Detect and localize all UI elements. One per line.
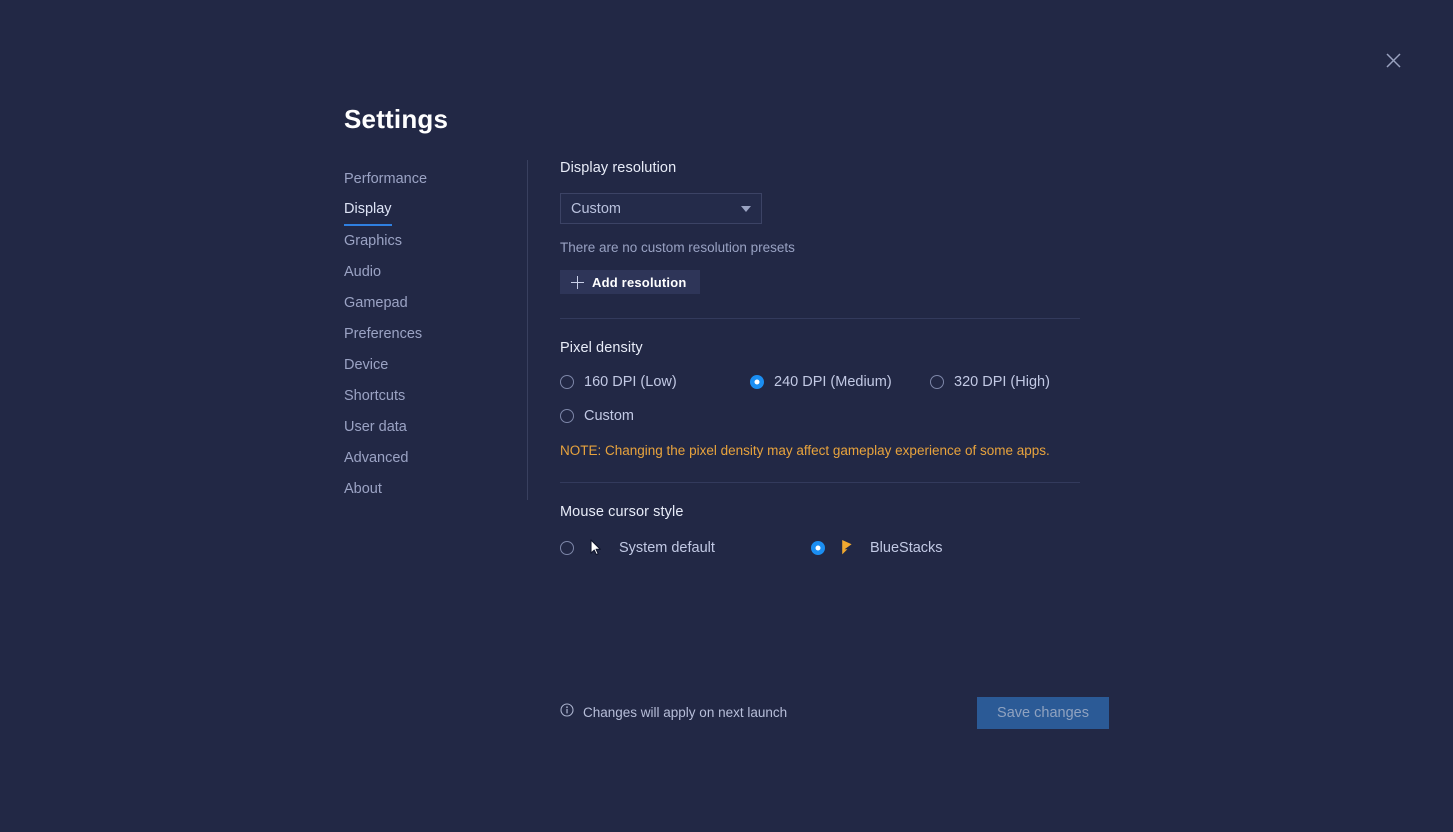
pixel-density-note: NOTE: Changing the pixel density may aff…: [560, 443, 1050, 458]
display-resolution-heading: Display resolution: [560, 160, 677, 176]
save-changes-button[interactable]: Save changes: [977, 697, 1109, 729]
mouse-cursor-radio-row: System default BlueStacks: [560, 539, 1080, 556]
sidebar-item-graphics[interactable]: Graphics: [344, 226, 402, 257]
radio-button[interactable]: [560, 409, 574, 423]
pixel-density-label-320: 320 DPI (High): [954, 374, 1050, 390]
sidebar-item-performance[interactable]: Performance: [344, 164, 427, 195]
sidebar-divider: [527, 160, 528, 500]
section-divider-1: [560, 318, 1080, 319]
settings-content: Display resolution Custom There are no c…: [560, 160, 1080, 556]
resolution-select[interactable]: Custom: [560, 193, 762, 224]
chevron-down-icon: [741, 205, 751, 212]
sidebar-item-user-data[interactable]: User data: [344, 412, 407, 443]
info-icon: [560, 703, 574, 722]
bluestacks-cursor-icon: [836, 539, 858, 556]
radio-button[interactable]: [930, 375, 944, 389]
display-resolution-section: Display resolution Custom There are no c…: [560, 160, 1080, 294]
radio-button[interactable]: [811, 540, 825, 555]
section-divider-2: [560, 482, 1080, 483]
cursor-option-system-default[interactable]: System default: [560, 539, 811, 556]
radio-button[interactable]: [560, 540, 574, 555]
pixel-density-label-custom: Custom: [584, 408, 634, 424]
add-resolution-label: Add resolution: [592, 274, 687, 290]
no-presets-hint: There are no custom resolution presets: [560, 240, 795, 255]
cursor-option-bluestacks[interactable]: BlueStacks: [811, 539, 943, 556]
settings-window: Settings Performance Display Graphics Au…: [0, 0, 1453, 832]
plus-icon: [571, 275, 584, 289]
sidebar-item-device[interactable]: Device: [344, 350, 388, 381]
system-cursor-icon: [585, 539, 607, 556]
pixel-density-option-160[interactable]: 160 DPI (Low): [560, 374, 750, 390]
page-title: Settings: [344, 104, 449, 134]
pixel-density-option-240[interactable]: 240 DPI (Medium): [750, 374, 930, 390]
pixel-density-heading: Pixel density: [560, 340, 643, 356]
close-icon[interactable]: [1378, 46, 1408, 74]
sidebar-item-audio[interactable]: Audio: [344, 257, 381, 288]
pixel-density-option-custom[interactable]: Custom: [560, 408, 634, 424]
footer-note-text: Changes will apply on next launch: [583, 705, 788, 720]
sidebar-item-shortcuts[interactable]: Shortcuts: [344, 381, 405, 412]
sidebar-item-about[interactable]: About: [344, 474, 382, 505]
resolution-select-value: Custom: [571, 200, 621, 217]
cursor-label-system-default: System default: [619, 539, 715, 556]
pixel-density-radio-row-2: Custom: [560, 408, 1080, 424]
mouse-cursor-heading: Mouse cursor style: [560, 504, 684, 520]
pixel-density-option-320[interactable]: 320 DPI (High): [930, 374, 1050, 390]
pixel-density-section: Pixel density 160 DPI (Low) 240 DPI (Med…: [560, 340, 1080, 458]
sidebar-item-display[interactable]: Display: [344, 195, 392, 226]
mouse-cursor-section: Mouse cursor style System default BlueSt…: [560, 504, 1080, 556]
settings-sidebar: Performance Display Graphics Audio Gamep…: [344, 164, 514, 505]
sidebar-item-advanced[interactable]: Advanced: [344, 443, 409, 474]
footer-note: Changes will apply on next launch: [560, 703, 787, 722]
radio-button[interactable]: [750, 375, 764, 389]
pixel-density-radio-row-1: 160 DPI (Low) 240 DPI (Medium) 320 DPI (…: [560, 374, 1080, 390]
radio-button[interactable]: [560, 375, 574, 389]
sidebar-item-gamepad[interactable]: Gamepad: [344, 288, 408, 319]
add-resolution-button[interactable]: Add resolution: [560, 270, 700, 294]
pixel-density-label-160: 160 DPI (Low): [584, 374, 677, 390]
cursor-label-bluestacks: BlueStacks: [870, 539, 943, 556]
sidebar-item-preferences[interactable]: Preferences: [344, 319, 422, 350]
pixel-density-label-240: 240 DPI (Medium): [774, 374, 892, 390]
